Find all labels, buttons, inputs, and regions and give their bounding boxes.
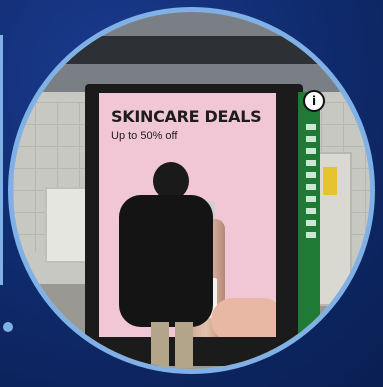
person-leg-left xyxy=(151,322,169,368)
info-icon: i xyxy=(303,90,325,112)
person-body xyxy=(119,195,213,327)
left-accent-line xyxy=(0,35,3,285)
ad-subheadline: Up to 50% off xyxy=(111,130,178,142)
left-accent-dot xyxy=(3,322,13,332)
ad-headline: SKINCARE DEALS xyxy=(111,107,262,126)
ceiling xyxy=(13,12,370,92)
person-leg-right xyxy=(175,322,193,368)
side-panel-text xyxy=(306,124,316,244)
scene: SKINCARE DEALS Up to 50% off i xyxy=(0,0,383,387)
ceiling-bar xyxy=(33,36,350,64)
yellow-sign xyxy=(323,167,337,195)
hand xyxy=(211,298,276,337)
photo-circle: SKINCARE DEALS Up to 50% off i xyxy=(13,12,370,369)
